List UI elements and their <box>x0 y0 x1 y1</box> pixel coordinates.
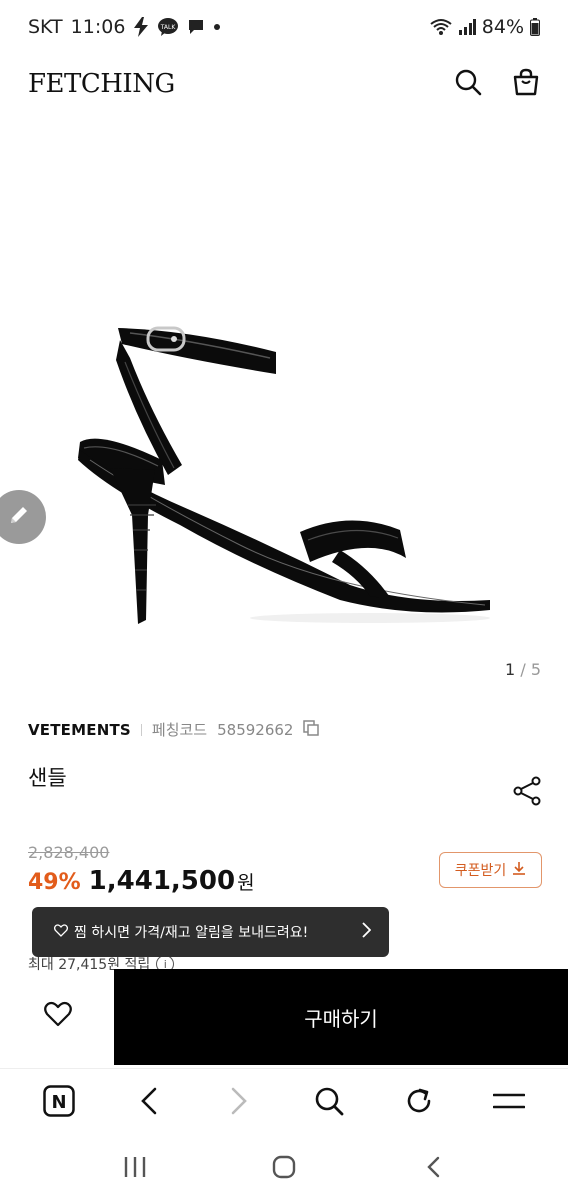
battery-icon <box>530 18 540 36</box>
coupon-label: 쿠폰받기 <box>454 863 507 879</box>
wifi-icon <box>430 18 452 36</box>
product-code-label: 페칭코드 <box>151 721 208 739</box>
back-icon[interactable] <box>124 1076 174 1126</box>
forward-icon[interactable] <box>214 1076 264 1126</box>
notification-dot-icon <box>213 23 221 31</box>
status-bar: SKT 11:06 TALK 84% <box>0 0 568 54</box>
system-back-icon[interactable] <box>403 1137 463 1197</box>
shopping-bag-icon[interactable] <box>512 68 540 100</box>
product-code-value: 58592662 <box>217 720 294 739</box>
divider <box>140 723 142 736</box>
pager-total: 5 <box>530 660 541 679</box>
download-icon <box>512 860 526 880</box>
wishlist-toast[interactable]: 찜 하시면 가격/재고 알림을 보내드려요! <box>32 907 389 957</box>
signal-icon <box>458 19 476 35</box>
battery-percent: 84% <box>481 16 524 38</box>
pencil-icon <box>7 503 31 531</box>
buy-button[interactable]: 구매하기 <box>114 969 568 1065</box>
message-icon <box>187 18 205 36</box>
menu-icon[interactable] <box>484 1076 534 1126</box>
brand-row: VETEMENTS 페칭코드 58592662 <box>28 719 320 740</box>
recent-apps-icon[interactable] <box>105 1137 165 1197</box>
kakaotalk-icon: TALK <box>157 17 179 37</box>
search-icon[interactable] <box>454 68 482 100</box>
wishlist-button[interactable] <box>38 994 78 1038</box>
clock: 11:06 <box>70 16 126 38</box>
original-price: 2,828,400 <box>28 843 110 862</box>
share-icon[interactable] <box>512 776 542 810</box>
browser-search-icon[interactable] <box>304 1076 354 1126</box>
pager-current: 1 <box>505 660 516 679</box>
image-pager: 1 / 5 <box>505 660 541 679</box>
product-name: 샌들 <box>28 766 67 790</box>
lightning-icon <box>133 17 149 37</box>
heart-outline-icon <box>53 923 69 941</box>
edit-button[interactable] <box>0 490 46 544</box>
toast-text: 찜 하시면 가격/재고 알림을 보내드려요! <box>74 925 309 941</box>
browser-toolbar: N <box>0 1068 568 1132</box>
toast-content: 찜 하시면 가격/재고 알림을 보내드려요! <box>53 922 309 942</box>
currency-unit: 원 <box>237 872 255 894</box>
heart-icon <box>44 1001 72 1031</box>
coupon-button[interactable]: 쿠폰받기 <box>439 852 542 888</box>
carrier-label: SKT <box>28 16 63 38</box>
product-image[interactable] <box>70 300 500 640</box>
brand-name[interactable]: VETEMENTS <box>28 721 131 739</box>
talk-badge-text: TALK <box>160 24 177 31</box>
header-actions <box>454 68 540 100</box>
status-left: SKT 11:06 TALK <box>28 16 221 38</box>
refresh-icon[interactable] <box>394 1076 444 1126</box>
sale-price: 1,441,500 <box>88 866 236 896</box>
discount-rate: 49% <box>28 870 81 895</box>
home-glyph: N <box>51 1092 66 1113</box>
chevron-right-icon[interactable] <box>361 922 372 942</box>
copy-icon[interactable] <box>303 719 320 740</box>
home-icon[interactable] <box>254 1137 314 1197</box>
naver-home-button[interactable]: N <box>34 1076 84 1126</box>
app-header: FETCHING <box>0 58 568 110</box>
fetching-logo[interactable]: FETCHING <box>28 69 175 99</box>
pager-separator: / <box>520 660 526 679</box>
price-row: 49% 1,441,500 원 <box>28 866 255 896</box>
status-right: 84% <box>430 16 540 38</box>
system-nav-bar <box>0 1134 568 1200</box>
